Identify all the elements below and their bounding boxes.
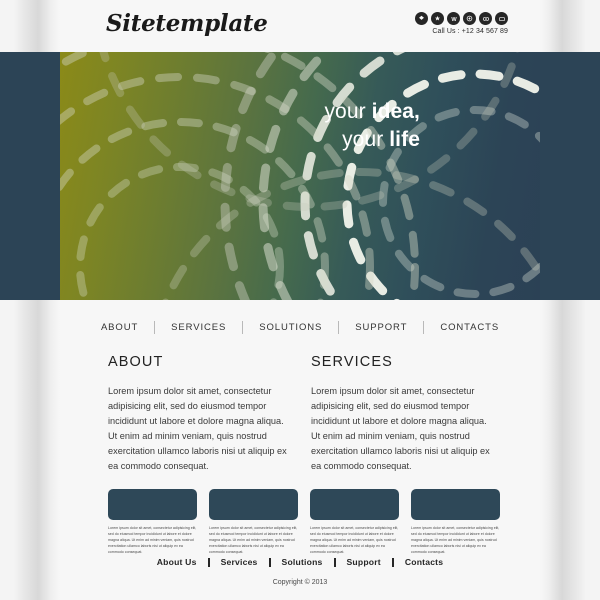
nav-item-solutions[interactable]: SOLUTIONS <box>243 322 338 333</box>
hero-headline-line-2: your life <box>60 126 420 154</box>
feature-card-text: Lorem ipsum dolor sit amet, consectetur … <box>310 526 399 554</box>
feature-card-thumbnail[interactable] <box>108 489 197 521</box>
hero-headline-line-1: your idea, <box>60 98 420 126</box>
site-card: Sitetemplate W Call Us: +12 34 567 89 y… <box>60 0 540 600</box>
site-footer: About Us Services Solutions Support Cont… <box>60 557 540 586</box>
feature-card-row: Lorem ipsum dolor sit amet, consectetur … <box>60 473 540 555</box>
copyright-text: Copyright © 2013 <box>272 579 328 586</box>
column-title-about: ABOUT <box>108 354 164 370</box>
youtube-icon[interactable] <box>495 12 508 25</box>
nav-item-about[interactable]: ABOUT <box>85 322 154 333</box>
feature-card-thumbnail[interactable] <box>209 489 298 521</box>
feature-card-text: Lorem ipsum dolor sit amet, consectetur … <box>411 526 500 554</box>
site-header: Sitetemplate W Call Us: +12 34 567 89 <box>60 0 540 52</box>
column-about: ABOUT Lorem ipsum dolor sit amet, consec… <box>108 354 289 473</box>
footer-item-services[interactable]: Services <box>210 557 269 567</box>
feature-card[interactable]: Lorem ipsum dolor sit amet, consectetur … <box>411 489 500 555</box>
hero-line2-light: your <box>342 127 390 151</box>
column-title-services: SERVICES <box>311 354 393 370</box>
column-body-about: Lorem ipsum dolor sit amet, consectetur … <box>108 386 287 471</box>
column-services: SERVICES Lorem ipsum dolor sit amet, con… <box>311 354 492 473</box>
nav-item-services[interactable]: SERVICES <box>155 322 242 333</box>
hero-headline: your idea, your life <box>60 98 420 153</box>
feature-card[interactable]: Lorem ipsum dolor sit amet, consectetur … <box>209 489 298 555</box>
footer-navigation: About Us Services Solutions Support Cont… <box>60 557 540 567</box>
nav-item-support[interactable]: SUPPORT <box>339 322 423 333</box>
hero-dashed-arcs-decoration <box>60 52 540 300</box>
dropbox-icon[interactable] <box>415 12 428 25</box>
svg-text:W: W <box>451 16 457 22</box>
hero-line1-bold: idea, <box>371 100 420 123</box>
site-logo[interactable]: Sitetemplate <box>106 10 268 37</box>
content-columns: ABOUT Lorem ipsum dolor sit amet, consec… <box>60 348 540 473</box>
feature-card[interactable]: Lorem ipsum dolor sit amet, consectetur … <box>108 489 197 555</box>
page-backdrop: Sitetemplate W Call Us: +12 34 567 89 y… <box>0 0 600 600</box>
wordpress-icon[interactable]: W <box>447 12 460 25</box>
footer-item-solutions[interactable]: Solutions <box>271 557 334 567</box>
hero-line2-bold: life <box>389 127 420 151</box>
feature-card-text: Lorem ipsum dolor sit amet, consectetur … <box>108 526 197 554</box>
hero-line1-light: your <box>324 100 372 123</box>
flickr-dots-icon[interactable] <box>479 12 492 25</box>
header-contact-area: W Call Us : +12 34 567 89 <box>415 12 508 35</box>
feature-card-thumbnail[interactable] <box>310 489 399 521</box>
footer-item-contacts[interactable]: Contacts <box>394 557 454 567</box>
nav-item-contacts[interactable]: CONTACTS <box>424 322 515 333</box>
flickr-icon[interactable] <box>431 12 444 25</box>
hero-banner: your idea, your life <box>60 52 540 300</box>
skype-icon[interactable] <box>463 12 476 25</box>
footer-item-support[interactable]: Support <box>336 557 392 567</box>
feature-card[interactable]: Lorem ipsum dolor sit amet, consectetur … <box>310 489 399 555</box>
main-navigation: ABOUT SERVICES SOLUTIONS SUPPORT CONTACT… <box>60 300 540 348</box>
feature-card-text: Lorem ipsum dolor sit amet, consectetur … <box>209 526 298 554</box>
call-us-text: Call Us : +12 34 567 89 <box>432 28 508 35</box>
social-icon-row: W <box>415 12 508 25</box>
footer-item-about-us[interactable]: About Us <box>146 557 208 567</box>
column-body-services: Lorem ipsum dolor sit amet, consectetur … <box>311 386 490 471</box>
feature-card-thumbnail[interactable] <box>411 489 500 521</box>
